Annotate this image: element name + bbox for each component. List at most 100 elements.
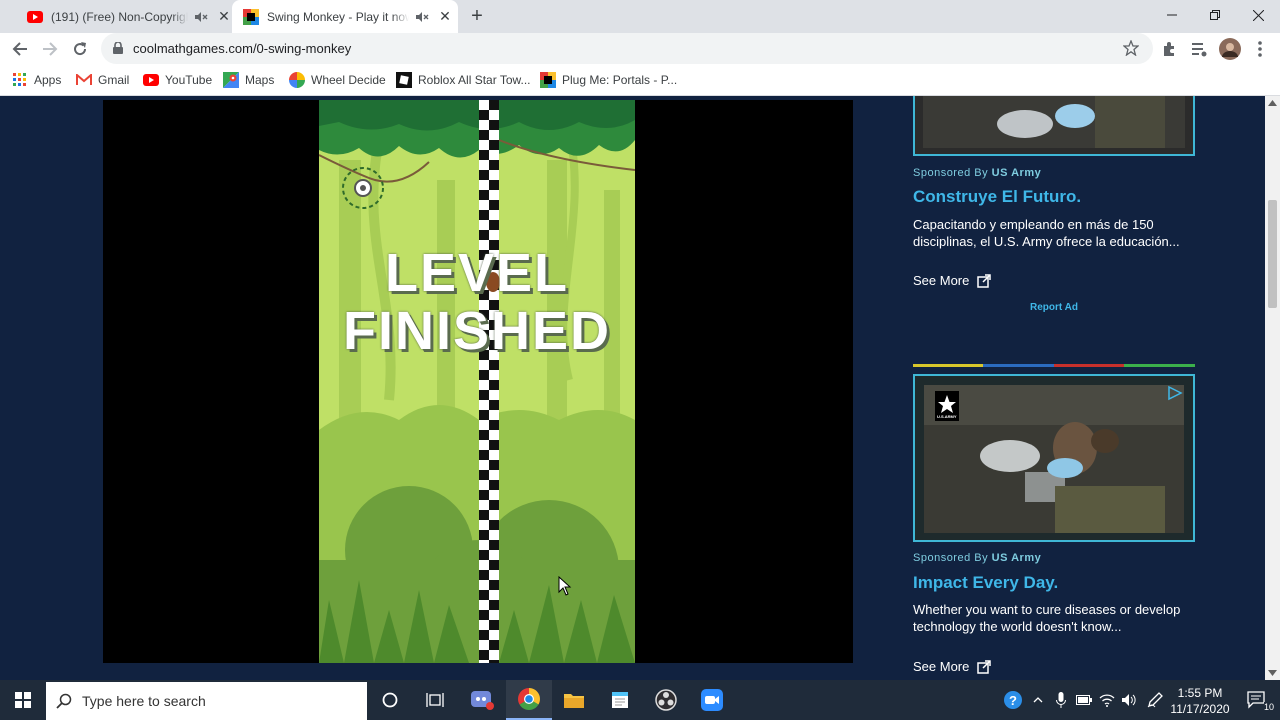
- address-bar[interactable]: coolmathgames.com/0-swing-monkey: [101, 33, 1153, 64]
- ad1-image[interactable]: [913, 96, 1195, 156]
- profile-avatar[interactable]: [1218, 37, 1242, 61]
- bookmarks-bar: Apps Gmail YouTube Maps Wheel Decide Rob…: [0, 65, 1280, 96]
- tab-strip: (191) (Free) Non-Copyrighted Music ✕ Swi…: [0, 0, 1280, 33]
- bookmark-plug-me[interactable]: Plug Me: Portals - P...: [540, 71, 677, 89]
- bookmark-label: Maps: [245, 73, 275, 87]
- game-canvas[interactable]: LEVEL FINISHED: [319, 100, 635, 663]
- kebab-menu-icon: [1258, 41, 1262, 57]
- microphone-tray-icon[interactable]: [1050, 680, 1072, 720]
- bookmark-gmail[interactable]: Gmail: [76, 71, 129, 89]
- folder-icon: [564, 694, 584, 708]
- bookmark-youtube[interactable]: YouTube: [143, 71, 212, 89]
- report-ad-link[interactable]: Report Ad: [1030, 302, 1078, 313]
- bookmark-label: Apps: [34, 73, 62, 87]
- bookmark-apps[interactable]: Apps: [12, 71, 61, 89]
- sponsor-name: US Army: [991, 167, 1042, 179]
- menu-button[interactable]: [1248, 37, 1272, 61]
- scroll-down-icon[interactable]: [1268, 670, 1277, 676]
- url-text[interactable]: coolmathgames.com/0-swing-monkey: [133, 41, 351, 56]
- reading-list-button[interactable]: [1187, 37, 1211, 61]
- taskbar-app-file-explorer[interactable]: [551, 680, 597, 720]
- tab-youtube[interactable]: (191) (Free) Non-Copyrighted Music ✕: [8, 0, 232, 33]
- show-hidden-icons-button[interactable]: [1028, 680, 1048, 720]
- apps-grid-icon: [12, 72, 28, 88]
- taskbar-app-notepad[interactable]: [597, 680, 643, 720]
- minimize-icon: [1167, 14, 1177, 16]
- taskbar-app-obs[interactable]: [643, 680, 689, 720]
- bookmark-star-icon[interactable]: [1123, 40, 1139, 56]
- battery-tray-icon[interactable]: [1073, 680, 1095, 720]
- system-clock[interactable]: 1:55 PM 11/17/2020: [1170, 685, 1230, 717]
- see-more-label: See More: [913, 273, 970, 288]
- close-window-button[interactable]: [1236, 0, 1280, 30]
- roblox-icon: [396, 72, 412, 88]
- jungle-background: [319, 100, 635, 663]
- obs-icon: [655, 689, 677, 711]
- minimize-button[interactable]: [1150, 0, 1194, 30]
- ad2-image[interactable]: U.S.ARMY: [913, 374, 1195, 542]
- bookmark-maps[interactable]: Maps: [223, 71, 274, 89]
- bookmark-label: Wheel Decide: [311, 73, 386, 87]
- back-button[interactable]: [8, 37, 32, 61]
- close-tab-icon[interactable]: ✕: [437, 8, 453, 25]
- cortana-button[interactable]: [367, 680, 413, 720]
- tab-swing-monkey[interactable]: Swing Monkey - Play it now at Coolmath ✕: [232, 0, 458, 33]
- level-finished-line1: LEVEL: [384, 243, 570, 303]
- page-content: LEVEL FINISHED Sponsored By US Army Cons…: [0, 96, 1265, 680]
- bookmark-roblox[interactable]: Roblox All Star Tow...: [396, 71, 531, 89]
- windows-taskbar: Type here to search ? 1:55 PM 11/17/2020…: [0, 680, 1280, 720]
- help-icon: ?: [1004, 691, 1022, 709]
- chrome-icon: [518, 688, 540, 710]
- bookmark-label: Gmail: [98, 73, 130, 87]
- ad1-headline[interactable]: Construye El Futuro.: [913, 187, 1081, 207]
- external-link-icon: [977, 273, 992, 288]
- microphone-icon: [1056, 692, 1066, 708]
- mute-icon[interactable]: [415, 10, 429, 24]
- search-icon: [56, 693, 72, 709]
- reload-button[interactable]: [68, 37, 92, 61]
- back-arrow-icon: [12, 42, 27, 56]
- wifi-tray-icon[interactable]: [1096, 680, 1118, 720]
- restore-icon: [1210, 10, 1220, 20]
- search-placeholder: Type here to search: [82, 693, 206, 709]
- taskbar-app-chrome[interactable]: [506, 680, 552, 720]
- page-scrollbar[interactable]: [1265, 96, 1280, 680]
- new-tab-button[interactable]: +: [466, 6, 488, 28]
- battery-icon: [1076, 695, 1092, 705]
- ad2-headline[interactable]: Impact Every Day.: [913, 573, 1058, 593]
- bookmark-wheel-decide[interactable]: Wheel Decide: [289, 71, 386, 89]
- ad1-see-more-link[interactable]: See More: [913, 273, 992, 288]
- extensions-button[interactable]: [1157, 37, 1181, 61]
- wifi-icon: [1099, 694, 1115, 707]
- action-center-button[interactable]: 10: [1236, 680, 1280, 720]
- mute-icon[interactable]: [194, 10, 208, 24]
- see-more-label: See More: [913, 659, 970, 674]
- forward-button[interactable]: [38, 37, 62, 61]
- youtube-icon: [27, 9, 43, 25]
- taskbar-app-zoom[interactable]: [689, 680, 735, 720]
- taskbar-search-box[interactable]: Type here to search: [46, 682, 367, 720]
- tab-title: (191) (Free) Non-Copyrighted Music: [51, 9, 188, 24]
- volume-tray-icon[interactable]: [1118, 680, 1140, 720]
- maps-icon: [223, 72, 239, 88]
- task-view-button[interactable]: [412, 680, 458, 720]
- clock-date: 11/17/2020: [1170, 702, 1230, 716]
- svg-text:?: ?: [1009, 693, 1017, 708]
- scrollbar-thumb[interactable]: [1268, 200, 1277, 308]
- close-tab-icon[interactable]: ✕: [216, 8, 232, 25]
- scroll-up-icon[interactable]: [1268, 100, 1277, 106]
- game-container: LEVEL FINISHED: [103, 100, 853, 663]
- bookmark-label: Plug Me: Portals - P...: [562, 73, 678, 87]
- lock-icon: [113, 42, 123, 54]
- bookmark-label: Roblox All Star Tow...: [418, 73, 531, 87]
- chat-app-icon: [471, 691, 494, 710]
- restore-button[interactable]: [1193, 0, 1237, 30]
- reload-icon: [74, 42, 87, 56]
- ad-divider: [913, 364, 1195, 367]
- taskbar-app-discord[interactable]: [459, 680, 505, 720]
- ad2-see-more-link[interactable]: See More: [913, 659, 992, 674]
- plug-icon: [540, 72, 556, 88]
- pen-workspace-button[interactable]: [1143, 680, 1167, 720]
- start-button[interactable]: [0, 680, 46, 720]
- ad2-body: Whether you want to cure diseases or dev…: [913, 602, 1181, 634]
